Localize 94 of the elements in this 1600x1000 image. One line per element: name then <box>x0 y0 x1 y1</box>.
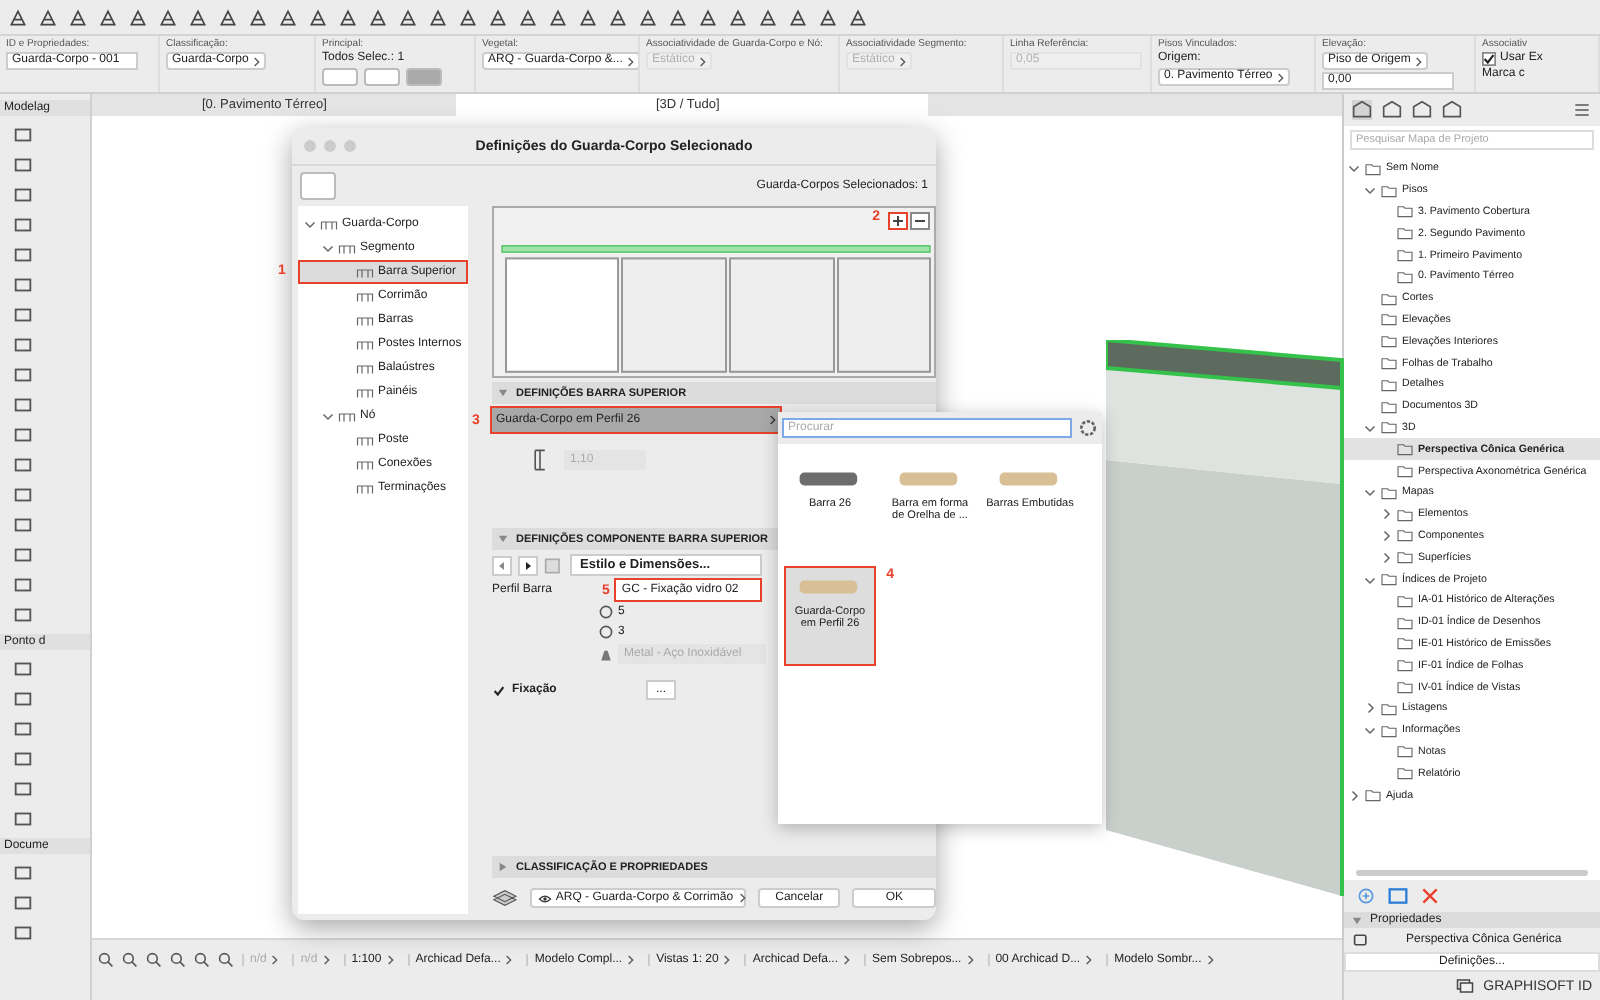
chevron-icon[interactable] <box>1380 551 1392 564</box>
close-icon[interactable] <box>1420 886 1440 906</box>
chevron-icon <box>1276 71 1285 83</box>
railing-icon <box>356 457 374 471</box>
tool-icon[interactable] <box>12 658 34 680</box>
tool-icon[interactable] <box>12 124 34 146</box>
tool-icon[interactable] <box>12 574 34 596</box>
tool-icon[interactable] <box>12 364 34 386</box>
tool-icon[interactable] <box>12 748 34 770</box>
disclosure-triangle-icon[interactable] <box>498 388 508 398</box>
chevron-icon <box>385 954 394 966</box>
tool-icon[interactable] <box>12 688 34 710</box>
tool-icon[interactable] <box>12 274 34 296</box>
chevron-icon <box>504 954 513 966</box>
add-button[interactable] <box>888 212 908 230</box>
tool-icon[interactable] <box>12 922 34 944</box>
tool-icon[interactable] <box>12 394 34 416</box>
chevron-icon[interactable] <box>322 410 334 422</box>
chevron-icon <box>626 954 635 966</box>
railing-icon <box>356 433 374 447</box>
chevron-icon[interactable] <box>304 218 316 230</box>
railing-icon <box>356 385 374 399</box>
tool-icon[interactable] <box>12 604 34 626</box>
disclosure-triangle-icon[interactable] <box>1352 915 1362 925</box>
tool-icon[interactable] <box>12 154 34 176</box>
chevron-icon <box>1414 55 1423 67</box>
tool-icon[interactable] <box>12 184 34 206</box>
railing-icon <box>338 241 356 255</box>
layers-icon <box>492 888 518 908</box>
bar-profile-icon <box>798 468 862 490</box>
eye-icon <box>537 893 552 903</box>
railing-icon <box>338 409 356 423</box>
window-icon[interactable] <box>1388 886 1408 906</box>
railing-icon <box>320 217 338 231</box>
next-button[interactable] <box>518 555 538 575</box>
chevron-icon[interactable] <box>1380 529 1392 542</box>
chevron-icon[interactable] <box>1364 573 1376 586</box>
railing-icon <box>356 289 374 303</box>
chevron-icon <box>321 954 330 966</box>
chevron-icon[interactable] <box>1348 789 1360 801</box>
chevron-icon <box>842 954 851 966</box>
tool-icon[interactable] <box>12 214 34 236</box>
tool-icon[interactable] <box>12 862 34 884</box>
view-icon <box>1352 932 1370 948</box>
tool-icon[interactable] <box>12 892 34 914</box>
railing-icon <box>356 265 374 279</box>
railing-icon <box>356 337 374 351</box>
windows-icon[interactable] <box>1455 978 1474 994</box>
chevron-icon <box>270 954 279 966</box>
railing-icon <box>356 361 374 375</box>
chevron-icon[interactable] <box>1364 184 1376 197</box>
tool-icon[interactable] <box>12 334 34 356</box>
tool-icon[interactable] <box>12 484 34 506</box>
chevron-icon[interactable] <box>1364 724 1376 737</box>
tool-icon[interactable] <box>12 424 34 446</box>
chevron-icon <box>252 55 261 67</box>
chevron-icon <box>722 954 731 966</box>
chevron-icon <box>768 414 776 426</box>
chevron-icon <box>1084 954 1093 966</box>
remove-button[interactable] <box>910 212 930 230</box>
tool-icon[interactable] <box>12 544 34 566</box>
material-icon <box>598 646 614 662</box>
tool-icon[interactable] <box>12 514 34 536</box>
chevron-icon <box>1205 954 1214 966</box>
height-icon <box>532 448 548 472</box>
tool-icon[interactable] <box>12 454 34 476</box>
chevron-icon[interactable] <box>1364 421 1376 434</box>
tool-icon[interactable] <box>12 244 34 266</box>
chevron-icon <box>737 892 746 904</box>
chevron-icon[interactable] <box>322 242 334 254</box>
bar-profile-icon <box>898 468 962 490</box>
checkbox[interactable] <box>1482 52 1496 66</box>
chevron-icon[interactable] <box>1364 486 1376 499</box>
tool-icon[interactable] <box>12 808 34 830</box>
disclosure-triangle-icon[interactable] <box>498 534 508 544</box>
chevron-icon <box>698 55 707 67</box>
menu-icon[interactable] <box>1572 100 1592 120</box>
settings-icon[interactable] <box>1078 418 1098 438</box>
chevron-icon <box>898 55 907 67</box>
chevron-icon[interactable] <box>1348 162 1360 175</box>
bar-profile-icon <box>998 468 1062 490</box>
chevron-icon[interactable] <box>1364 702 1376 715</box>
chevron-icon <box>626 55 635 67</box>
railing-icon <box>356 481 374 495</box>
chevron-icon[interactable] <box>1380 508 1392 521</box>
railing-icon <box>356 313 374 327</box>
tool-icon[interactable] <box>12 304 34 326</box>
tool-icon[interactable] <box>12 778 34 800</box>
checkbox[interactable] <box>492 683 506 697</box>
chevron-icon <box>965 954 974 966</box>
bar-profile-icon <box>798 576 862 598</box>
tool-icon[interactable] <box>12 718 34 740</box>
disclosure-triangle-icon[interactable] <box>498 862 508 872</box>
scroll-bar[interactable] <box>1356 870 1588 876</box>
